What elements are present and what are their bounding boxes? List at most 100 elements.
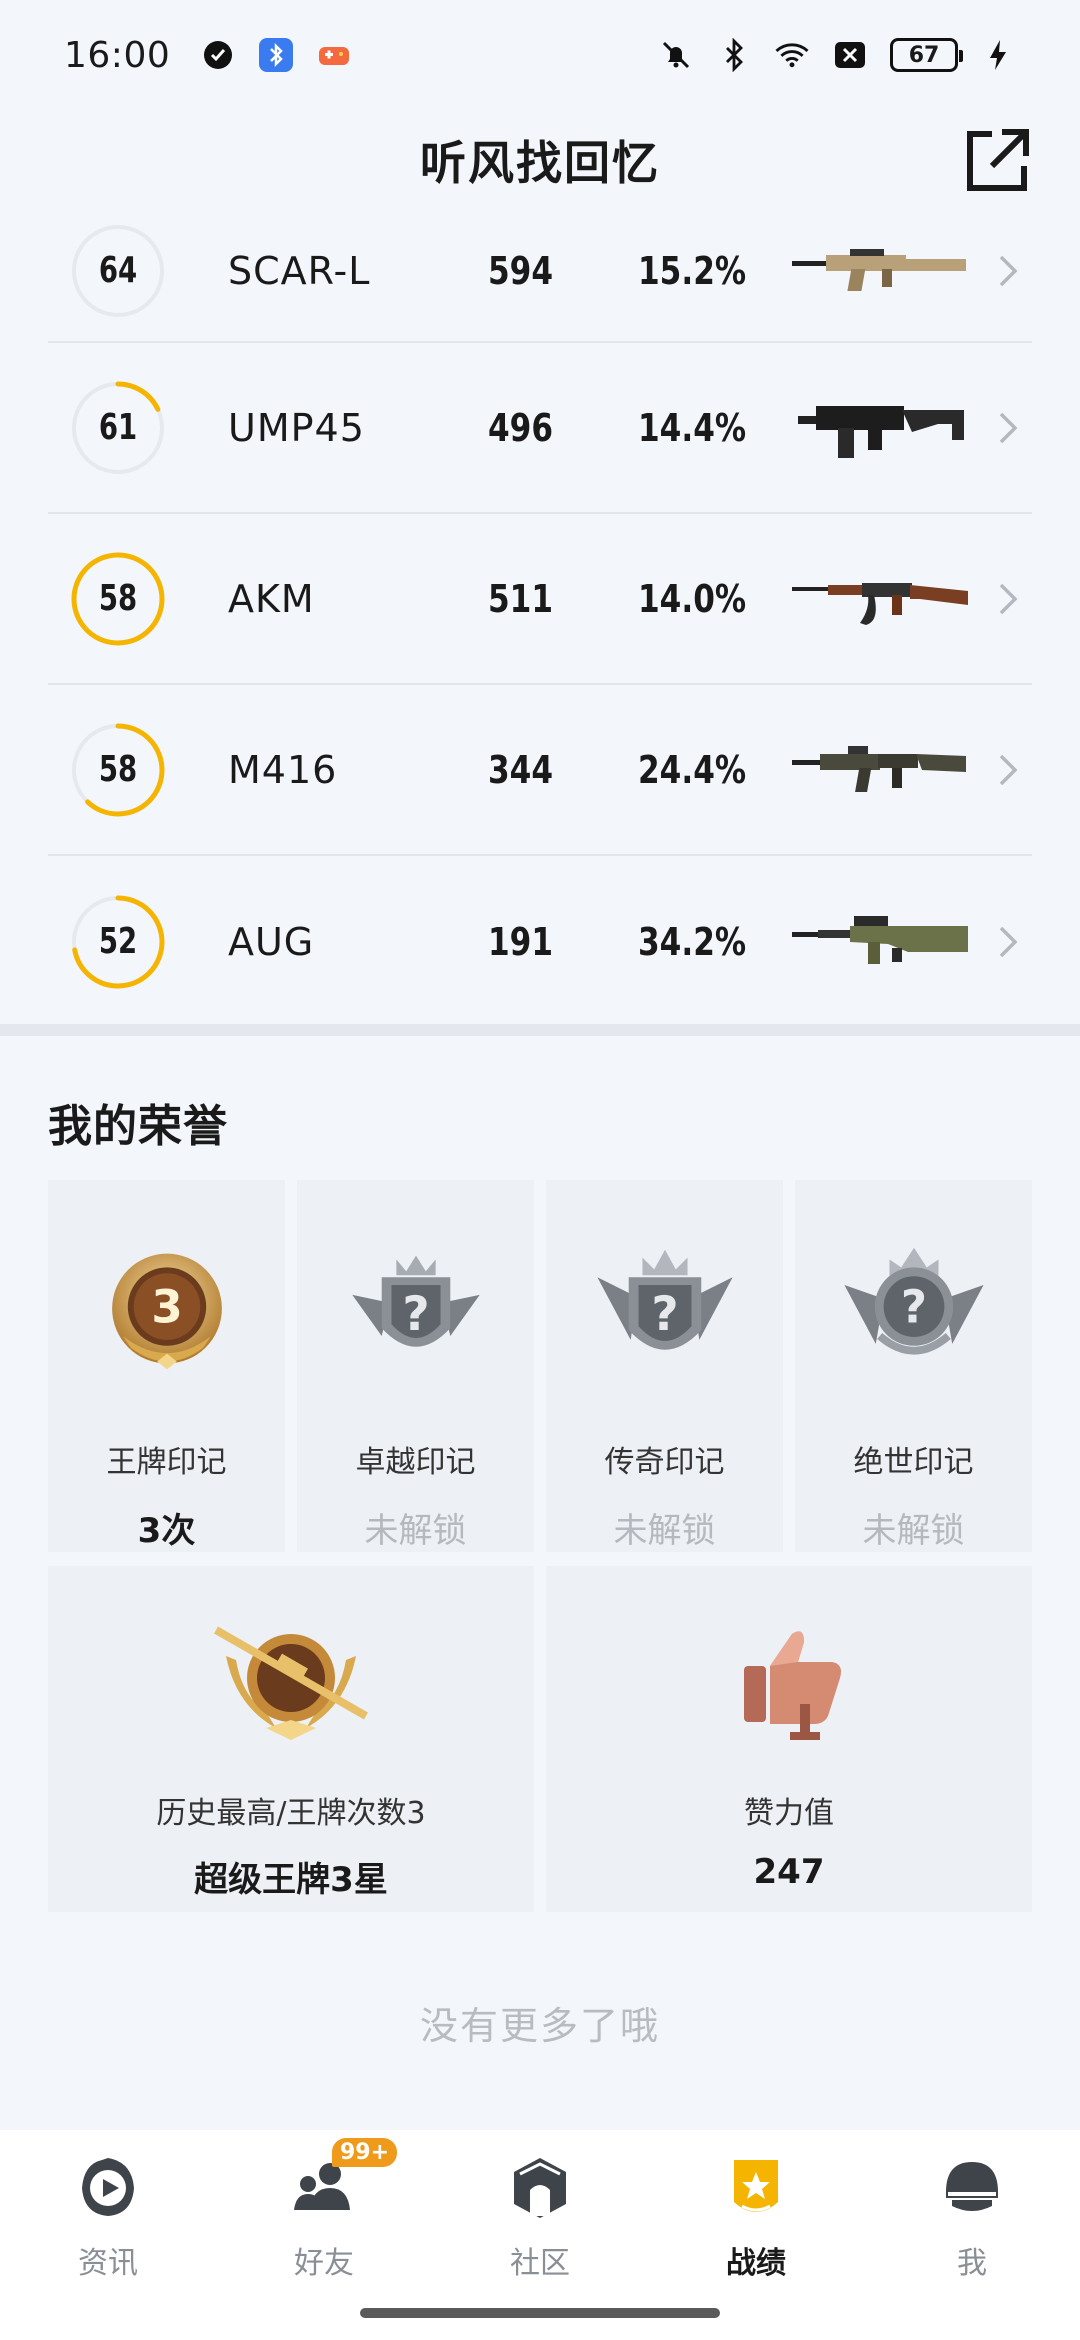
nav-label: 资讯 bbox=[78, 2246, 138, 2281]
weapon-rating-ring: 52 bbox=[70, 894, 166, 990]
nav-item-me[interactable]: 我 bbox=[864, 2130, 1080, 2340]
honor-card-label: 传奇印记 bbox=[604, 1445, 725, 1480]
honor-card-value: 超级王牌3星 bbox=[194, 1860, 388, 1900]
no-more-text: 没有更多了哦 bbox=[419, 2004, 660, 2048]
weapon-kills: 594 bbox=[488, 248, 554, 293]
weapon-headshot-rate: 15.2% bbox=[638, 248, 747, 293]
chevron-right-icon bbox=[999, 412, 1018, 443]
page-title: 听风找回忆 bbox=[420, 136, 660, 190]
weapon-name: AKM bbox=[228, 576, 315, 621]
status-right-icons: 67 bbox=[658, 37, 1016, 73]
weapon-name: AUG bbox=[228, 919, 315, 964]
nav-label: 社区 bbox=[510, 2246, 570, 2281]
game-controller-icon bbox=[316, 37, 352, 73]
weapon-rating-ring: 64 bbox=[70, 223, 166, 319]
charging-icon bbox=[980, 37, 1016, 73]
weapon-name: M416 bbox=[228, 747, 338, 792]
mute-bell-icon bbox=[658, 37, 694, 73]
honor-card-legend[interactable]: ? 传奇印记 未解锁 bbox=[546, 1180, 783, 1552]
ace-mark-badge-icon: 3 bbox=[111, 1253, 222, 1370]
chevron-right-icon bbox=[999, 255, 1018, 286]
honor-card-value: 3次 bbox=[137, 1511, 196, 1551]
weapon-row-scar-l[interactable]: 64 SCAR-L 594 15.2% bbox=[48, 200, 1032, 343]
weapon-row-aug[interactable]: 52 AUG 191 34.2% bbox=[48, 856, 1032, 1027]
page-header: 听风找回忆 bbox=[0, 110, 1080, 210]
weapon-kills: 344 bbox=[488, 747, 554, 792]
honor-card-highest-rank[interactable]: 历史最高/王牌次数3 超级王牌3星 bbox=[48, 1566, 534, 1912]
weapon-row-akm[interactable]: 58 AKM 511 14.0% bbox=[48, 514, 1032, 685]
ump45-gun-icon bbox=[788, 388, 978, 468]
weapon-name: SCAR-L bbox=[228, 248, 371, 293]
weapon-rating: 58 bbox=[98, 578, 138, 619]
section-divider bbox=[0, 1024, 1080, 1036]
m416-gun-icon bbox=[788, 730, 978, 810]
nav-label: 我 bbox=[957, 2246, 987, 2281]
honor-card-label: 历史最高/王牌次数3 bbox=[156, 1796, 426, 1831]
bluetooth-app-icon bbox=[258, 37, 294, 73]
weapon-headshot-rate: 24.4% bbox=[638, 747, 747, 792]
honor-card-value: 未解锁 bbox=[862, 1511, 965, 1551]
weapon-rating-ring: 58 bbox=[70, 551, 166, 647]
honor-stats-grid: 历史最高/王牌次数3 超级王牌3星 赞力值 247 bbox=[48, 1566, 1032, 1912]
honor-section-title: 我的荣誉 bbox=[48, 1101, 228, 1152]
honor-card-value: 未解锁 bbox=[364, 1511, 467, 1551]
thumbs-up-trophy-icon bbox=[744, 1631, 841, 1740]
weapon-row-m416[interactable]: 58 M416 344 24.4% bbox=[48, 685, 1032, 856]
honor-marks-grid: 3 王牌印记 3次 ? 卓越印记 未解锁 ? 传奇印记 未解锁 ? 绝世印记 未… bbox=[48, 1180, 1032, 1552]
weapon-headshot-rate: 14.4% bbox=[638, 405, 747, 450]
excellence-mark-locked-icon: ? bbox=[351, 1255, 480, 1347]
record-badge-icon bbox=[734, 2160, 778, 2212]
weapon-rating-ring: 61 bbox=[70, 380, 166, 476]
chevron-right-icon bbox=[999, 583, 1018, 614]
honor-card-label: 赞力值 bbox=[744, 1796, 834, 1831]
helmet-icon bbox=[946, 2162, 998, 2211]
aug-gun-icon bbox=[788, 902, 978, 982]
honor-card-label: 绝世印记 bbox=[853, 1445, 974, 1480]
honor-card-value: 未解锁 bbox=[613, 1511, 716, 1551]
nav-label: 好友 bbox=[294, 2246, 354, 2281]
weapon-rating: 58 bbox=[98, 749, 138, 790]
status-time: 16:00 bbox=[64, 34, 171, 76]
chevron-right-icon bbox=[999, 754, 1018, 785]
honor-card-value: 247 bbox=[753, 1852, 825, 1892]
weapon-list: 64 SCAR-L 594 15.2% 61 UMP45 496 14.4% 5… bbox=[48, 200, 1032, 1027]
legend-mark-locked-icon: ? bbox=[596, 1249, 733, 1350]
external-link-icon bbox=[967, 129, 1029, 191]
bluetooth-icon bbox=[716, 37, 752, 73]
weapon-name: UMP45 bbox=[228, 405, 365, 450]
weapon-rating: 61 bbox=[98, 407, 138, 448]
honor-card-excellence[interactable]: ? 卓越印记 未解锁 bbox=[297, 1180, 534, 1552]
weapon-rating: 52 bbox=[98, 921, 138, 962]
svg-text:?: ? bbox=[651, 1287, 678, 1342]
honor-card-ace[interactable]: 3 王牌印记 3次 bbox=[48, 1180, 285, 1552]
chevron-right-icon bbox=[999, 926, 1018, 957]
weapon-headshot-rate: 34.2% bbox=[638, 919, 747, 964]
weapon-rating-ring: 58 bbox=[70, 722, 166, 818]
weapon-kills: 496 bbox=[488, 405, 554, 450]
nav-item-news[interactable]: 资讯 bbox=[0, 2130, 216, 2340]
honor-card-label: 卓越印记 bbox=[355, 1445, 476, 1480]
weapon-row-ump45[interactable]: 61 UMP45 496 14.4% bbox=[48, 343, 1032, 514]
nav-label: 战绩 bbox=[726, 2246, 786, 2281]
home-indicator[interactable] bbox=[360, 2308, 720, 2318]
ace-mark-number: 3 bbox=[151, 1280, 182, 1333]
honor-card-label: 王牌印记 bbox=[106, 1445, 227, 1480]
wifi-icon bbox=[774, 37, 810, 73]
weapon-kills: 191 bbox=[488, 919, 554, 964]
scar-l-gun-icon bbox=[788, 231, 978, 311]
battery-icon: 67 bbox=[890, 38, 963, 72]
weapon-rating: 64 bbox=[98, 250, 138, 291]
app-shield-icon bbox=[200, 37, 236, 73]
share-button[interactable] bbox=[962, 124, 1034, 196]
status-bar: 16:00 67 bbox=[0, 0, 1080, 110]
honor-card-peerless[interactable]: ? 绝世印记 未解锁 bbox=[795, 1180, 1032, 1552]
weapon-kills: 511 bbox=[488, 576, 554, 621]
peerless-mark-locked-icon: ? bbox=[843, 1247, 984, 1355]
weapon-headshot-rate: 14.0% bbox=[638, 576, 747, 621]
super-ace-rank-icon bbox=[214, 1626, 368, 1740]
news-play-icon bbox=[82, 2158, 134, 2216]
status-left-icons bbox=[200, 37, 352, 73]
honor-card-like-points[interactable]: 赞力值 247 bbox=[546, 1566, 1032, 1912]
svg-text:?: ? bbox=[900, 1280, 926, 1333]
akm-gun-icon bbox=[788, 559, 978, 639]
